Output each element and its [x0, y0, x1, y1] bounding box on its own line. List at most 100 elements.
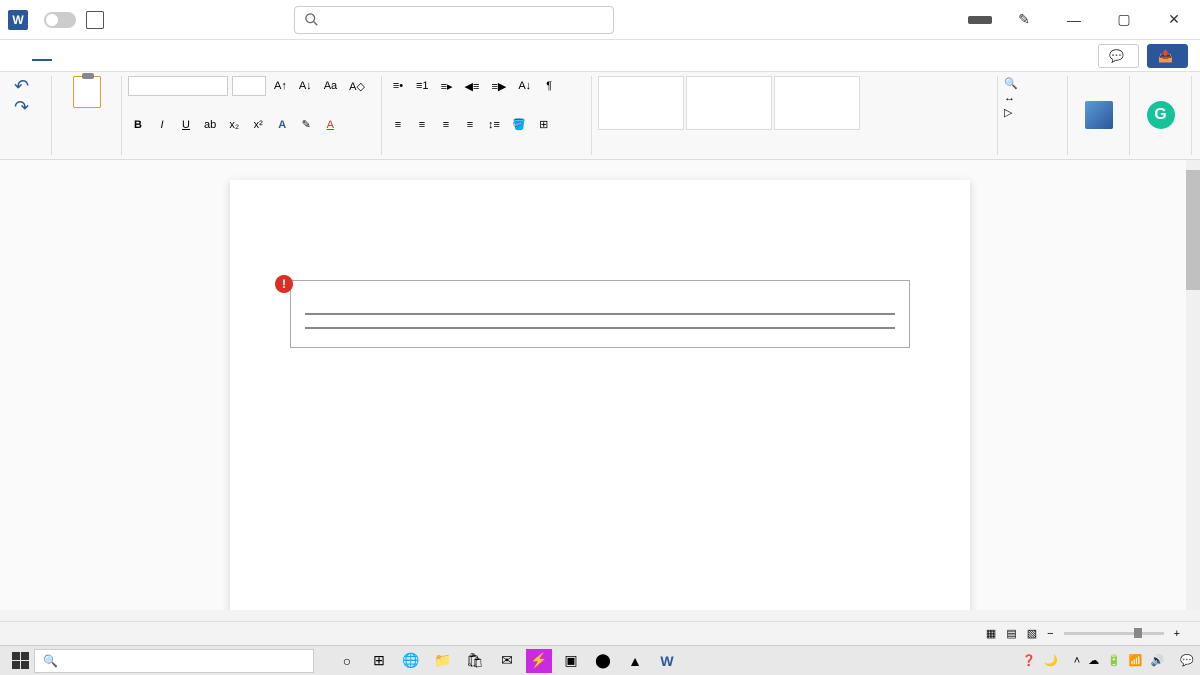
share-button[interactable]: 📤 — [1147, 44, 1188, 68]
find-button[interactable]: 🔍 — [1004, 76, 1061, 91]
view-icon[interactable]: ▦ — [986, 627, 996, 640]
menu-mailings[interactable] — [152, 52, 172, 60]
justify-icon[interactable]: ≡ — [460, 115, 480, 135]
line-spacing-icon[interactable]: ↕≡ — [484, 115, 504, 135]
numbering-icon[interactable]: ≡1 — [412, 76, 433, 96]
italic-button[interactable]: I — [152, 115, 172, 135]
style-no-spacing[interactable] — [686, 76, 772, 130]
editor-icon[interactable] — [1085, 101, 1113, 129]
chrome-icon[interactable]: ⬤ — [590, 649, 616, 673]
decrease-indent-icon[interactable]: ◀≡ — [461, 76, 484, 96]
taskbar-search[interactable]: 🔍 — [34, 649, 314, 673]
sound-icon[interactable]: 🔊 — [1151, 654, 1165, 667]
font-size-select[interactable] — [232, 76, 266, 96]
start-button[interactable] — [6, 649, 34, 673]
search-input[interactable] — [294, 6, 614, 34]
underline-button[interactable]: U — [176, 115, 196, 135]
autosave-toggle[interactable] — [44, 12, 76, 28]
change-case-icon[interactable]: Aa — [320, 76, 341, 96]
maximize-button[interactable]: ▢ — [1106, 5, 1142, 35]
view-icon-3[interactable]: ▧ — [1027, 627, 1037, 640]
battery-icon[interactable]: 🔋 — [1107, 654, 1121, 667]
store-icon[interactable]: 🛍 — [462, 649, 488, 673]
style-heading1[interactable] — [774, 76, 860, 130]
content-box — [290, 280, 910, 348]
notifications-icon[interactable]: 💬 — [1180, 654, 1194, 667]
weather-icon[interactable]: 🌙 — [1044, 654, 1058, 667]
paste-icon — [73, 76, 101, 108]
menu-draw[interactable] — [72, 52, 92, 60]
view-icon-2[interactable]: ▤ — [1006, 627, 1016, 640]
help-icon[interactable]: ❓ — [1022, 654, 1036, 667]
shrink-font-icon[interactable]: A↓ — [295, 76, 316, 96]
minimize-button[interactable]: — — [1056, 5, 1092, 35]
alert-icon[interactable]: ! — [275, 275, 293, 293]
menu-grammarly[interactable] — [232, 52, 252, 60]
show-marks-icon[interactable]: ¶ — [539, 76, 559, 96]
style-normal[interactable] — [598, 76, 684, 130]
save-icon[interactable] — [86, 11, 104, 29]
borders-icon[interactable]: ⊞ — [534, 115, 554, 135]
scrollbar-thumb[interactable] — [1186, 170, 1200, 290]
cortana-icon[interactable]: ○ — [334, 649, 360, 673]
close-button[interactable]: ✕ — [1156, 5, 1192, 35]
app-icon-3[interactable]: ▲ — [622, 649, 648, 673]
document-area[interactable]: ! — [0, 160, 1200, 610]
onedrive-icon[interactable]: ☁ — [1088, 654, 1099, 667]
font-name-select[interactable] — [128, 76, 228, 96]
grammarly-icon[interactable]: G — [1147, 101, 1175, 129]
bold-button[interactable]: B — [128, 115, 148, 135]
menu-view[interactable] — [192, 52, 212, 60]
strikethrough-button[interactable]: ab — [200, 115, 220, 135]
zoom-slider[interactable] — [1064, 632, 1164, 635]
menu-help[interactable] — [212, 52, 232, 60]
vertical-scrollbar[interactable] — [1186, 160, 1200, 610]
grow-font-icon[interactable]: A↑ — [270, 76, 291, 96]
menubar: 💬 📤 — [0, 40, 1200, 72]
task-view-icon[interactable]: ⊞ — [366, 649, 392, 673]
menu-file[interactable] — [12, 52, 32, 60]
word-taskbar-icon[interactable]: W — [654, 649, 680, 673]
menu-review[interactable] — [172, 52, 192, 60]
mail-icon[interactable]: ✉ — [494, 649, 520, 673]
ribbon-mode-icon[interactable]: ✎ — [1006, 5, 1042, 35]
replace-button[interactable]: ↔ — [1004, 91, 1061, 105]
ribbon: ↶↷ A↑ A↓ Aa A◇ B I U ab x₂ x² A ✎ A — [0, 72, 1200, 160]
text-effects-button[interactable]: A — [272, 115, 292, 135]
bullets-icon[interactable]: ≡• — [388, 76, 408, 96]
menu-insert[interactable] — [52, 52, 72, 60]
align-center-icon[interactable]: ≡ — [412, 115, 432, 135]
edge-icon[interactable]: 🌐 — [398, 649, 424, 673]
titlebar: W ✎ — ▢ ✕ — [0, 0, 1200, 40]
redo-icon[interactable]: ↷ — [14, 97, 29, 117]
wifi-icon[interactable]: 📶 — [1129, 654, 1143, 667]
paste-button[interactable] — [58, 76, 115, 110]
menu-design[interactable] — [92, 52, 112, 60]
align-left-icon[interactable]: ≡ — [388, 115, 408, 135]
shading-icon[interactable]: 🪣 — [508, 115, 530, 135]
app-icon[interactable]: ⚡ — [526, 649, 552, 673]
superscript-button[interactable]: x² — [248, 115, 268, 135]
clear-format-icon[interactable]: A◇ — [345, 76, 369, 96]
search-icon: 🔍 — [43, 654, 58, 668]
subscript-button[interactable]: x₂ — [224, 115, 244, 135]
sort-icon[interactable]: A↓ — [514, 76, 535, 96]
menu-layout[interactable] — [112, 52, 132, 60]
menu-references[interactable] — [132, 52, 152, 60]
comments-button[interactable]: 💬 — [1098, 44, 1139, 68]
zoom-out[interactable]: − — [1047, 628, 1053, 640]
multilevel-icon[interactable]: ≡▸ — [437, 76, 457, 96]
page[interactable]: ! — [230, 180, 970, 610]
sign-in-button[interactable] — [968, 16, 992, 24]
align-right-icon[interactable]: ≡ — [436, 115, 456, 135]
tray-chevron-icon[interactable]: ˄ — [1074, 655, 1080, 667]
highlight-button[interactable]: ✎ — [296, 115, 316, 135]
zoom-in[interactable]: + — [1174, 628, 1180, 640]
app-icon-2[interactable]: ▣ — [558, 649, 584, 673]
undo-icon[interactable]: ↶ — [14, 76, 29, 96]
increase-indent-icon[interactable]: ≡▶ — [487, 76, 510, 96]
menu-home[interactable] — [32, 51, 52, 61]
font-color-button[interactable]: A — [320, 115, 340, 135]
explorer-icon[interactable]: 📁 — [430, 649, 456, 673]
select-button[interactable]: ▷ — [1004, 105, 1061, 120]
